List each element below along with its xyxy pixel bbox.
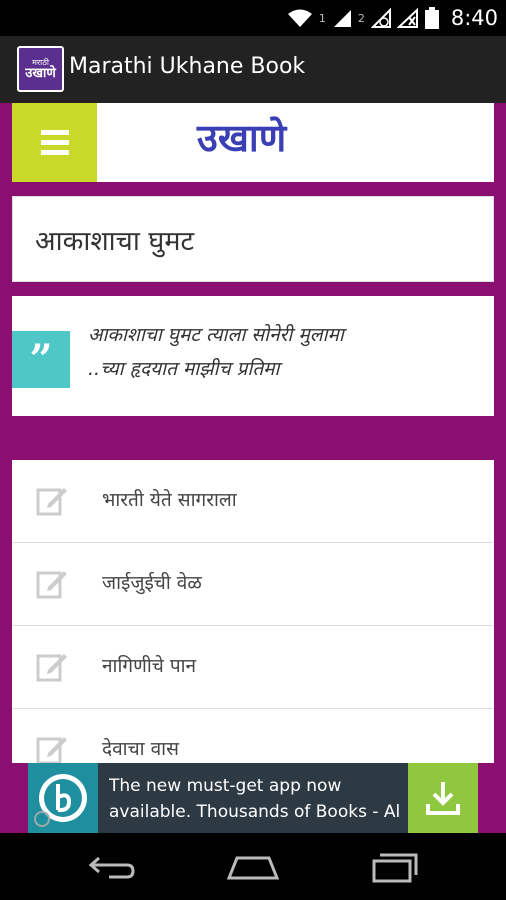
ad-margin-left [0, 763, 28, 833]
list-item-label: भारती येते सागराला [102, 489, 237, 511]
no-signal-icon [396, 8, 418, 28]
sim2-label: 2 [357, 11, 365, 25]
list-item-label: देवाचा वास [102, 738, 179, 760]
clock: 8:40 [450, 6, 498, 30]
app-title: Marathi Ukhane Book [69, 54, 306, 79]
quote-card: ” आकाशाचा घुमट त्याला सोनेरी मुलामा ..च्… [12, 296, 494, 416]
list-item[interactable]: नागिणीचे पान [12, 626, 494, 709]
list-item-label: नागिणीचे पान [102, 655, 197, 677]
recents-button[interactable] [365, 851, 425, 883]
ukhane-list: भारती येते सागराला जाईजुईची वेळ नागिणीचे… [12, 460, 494, 763]
hamburger-icon-bar [40, 140, 69, 145]
logo-text: उखाणे [197, 115, 287, 160]
list-item[interactable]: भारती येते सागराला [12, 460, 494, 543]
quote-line-2: ..च्या हृदयात माझीच प्रतिमा [88, 358, 280, 380]
app-logo: मराठी उखाणे [17, 46, 64, 92]
recents-icon [372, 853, 418, 883]
download-icon [426, 782, 460, 815]
hamburger-icon-bar [40, 130, 69, 135]
ad-banner[interactable]: The new must-get app now available. Thou… [28, 763, 478, 833]
wifi-icon [287, 9, 312, 27]
list-item-label: जाईजुईची वेळ [102, 572, 202, 594]
ukhana-title-card: आकाशाचा घुमट [12, 196, 494, 282]
ad-text-line-1: The new must-get app now [109, 776, 342, 796]
main-content[interactable]: उखाणे आकाशाचा घुमट ” आकाशाचा घुमट त्याला… [0, 103, 506, 763]
back-button[interactable] [82, 851, 142, 883]
menu-button[interactable] [12, 103, 97, 182]
list-item[interactable]: जाईजुईची वेळ [12, 543, 494, 626]
battery-icon [424, 7, 439, 29]
signal-2-icon [370, 8, 391, 28]
quote-text: आकाशाचा घुमट त्याला सोनेरी मुलामा ..च्या… [88, 318, 344, 386]
edit-icon [36, 571, 67, 599]
status-bar: 1 2 8:40 [0, 0, 506, 36]
quote-icon: ” [12, 331, 70, 388]
navigation-bar [0, 833, 506, 900]
ad-text[interactable]: The new must-get app now available. Thou… [109, 773, 399, 825]
sim1-label: 1 [318, 11, 326, 25]
signal-icon [333, 10, 351, 27]
ukhana-title: आकाशाचा घुमट [35, 226, 195, 257]
edit-icon [36, 737, 67, 763]
quote-line-1: आकाशाचा घुमट त्याला सोनेरी मुलामा [88, 324, 344, 346]
hamburger-icon-bar [40, 150, 69, 155]
edit-icon [36, 488, 67, 516]
back-icon [88, 856, 135, 879]
ad-margin-right [478, 763, 506, 833]
edit-icon [36, 654, 67, 682]
list-item[interactable]: देवाचा वास [12, 709, 494, 763]
ad-download-button[interactable] [408, 763, 478, 833]
home-icon [226, 856, 280, 880]
home-button[interactable] [223, 851, 283, 883]
logo-header: उखाणे [12, 103, 494, 182]
ad-text-line-2: available. Thousands of Books - All [109, 802, 399, 822]
status-icons: 1 2 8:40 [287, 0, 498, 36]
ad-info-icon[interactable] [34, 811, 50, 827]
app-logo-big-text: उखाणे [25, 65, 56, 81]
